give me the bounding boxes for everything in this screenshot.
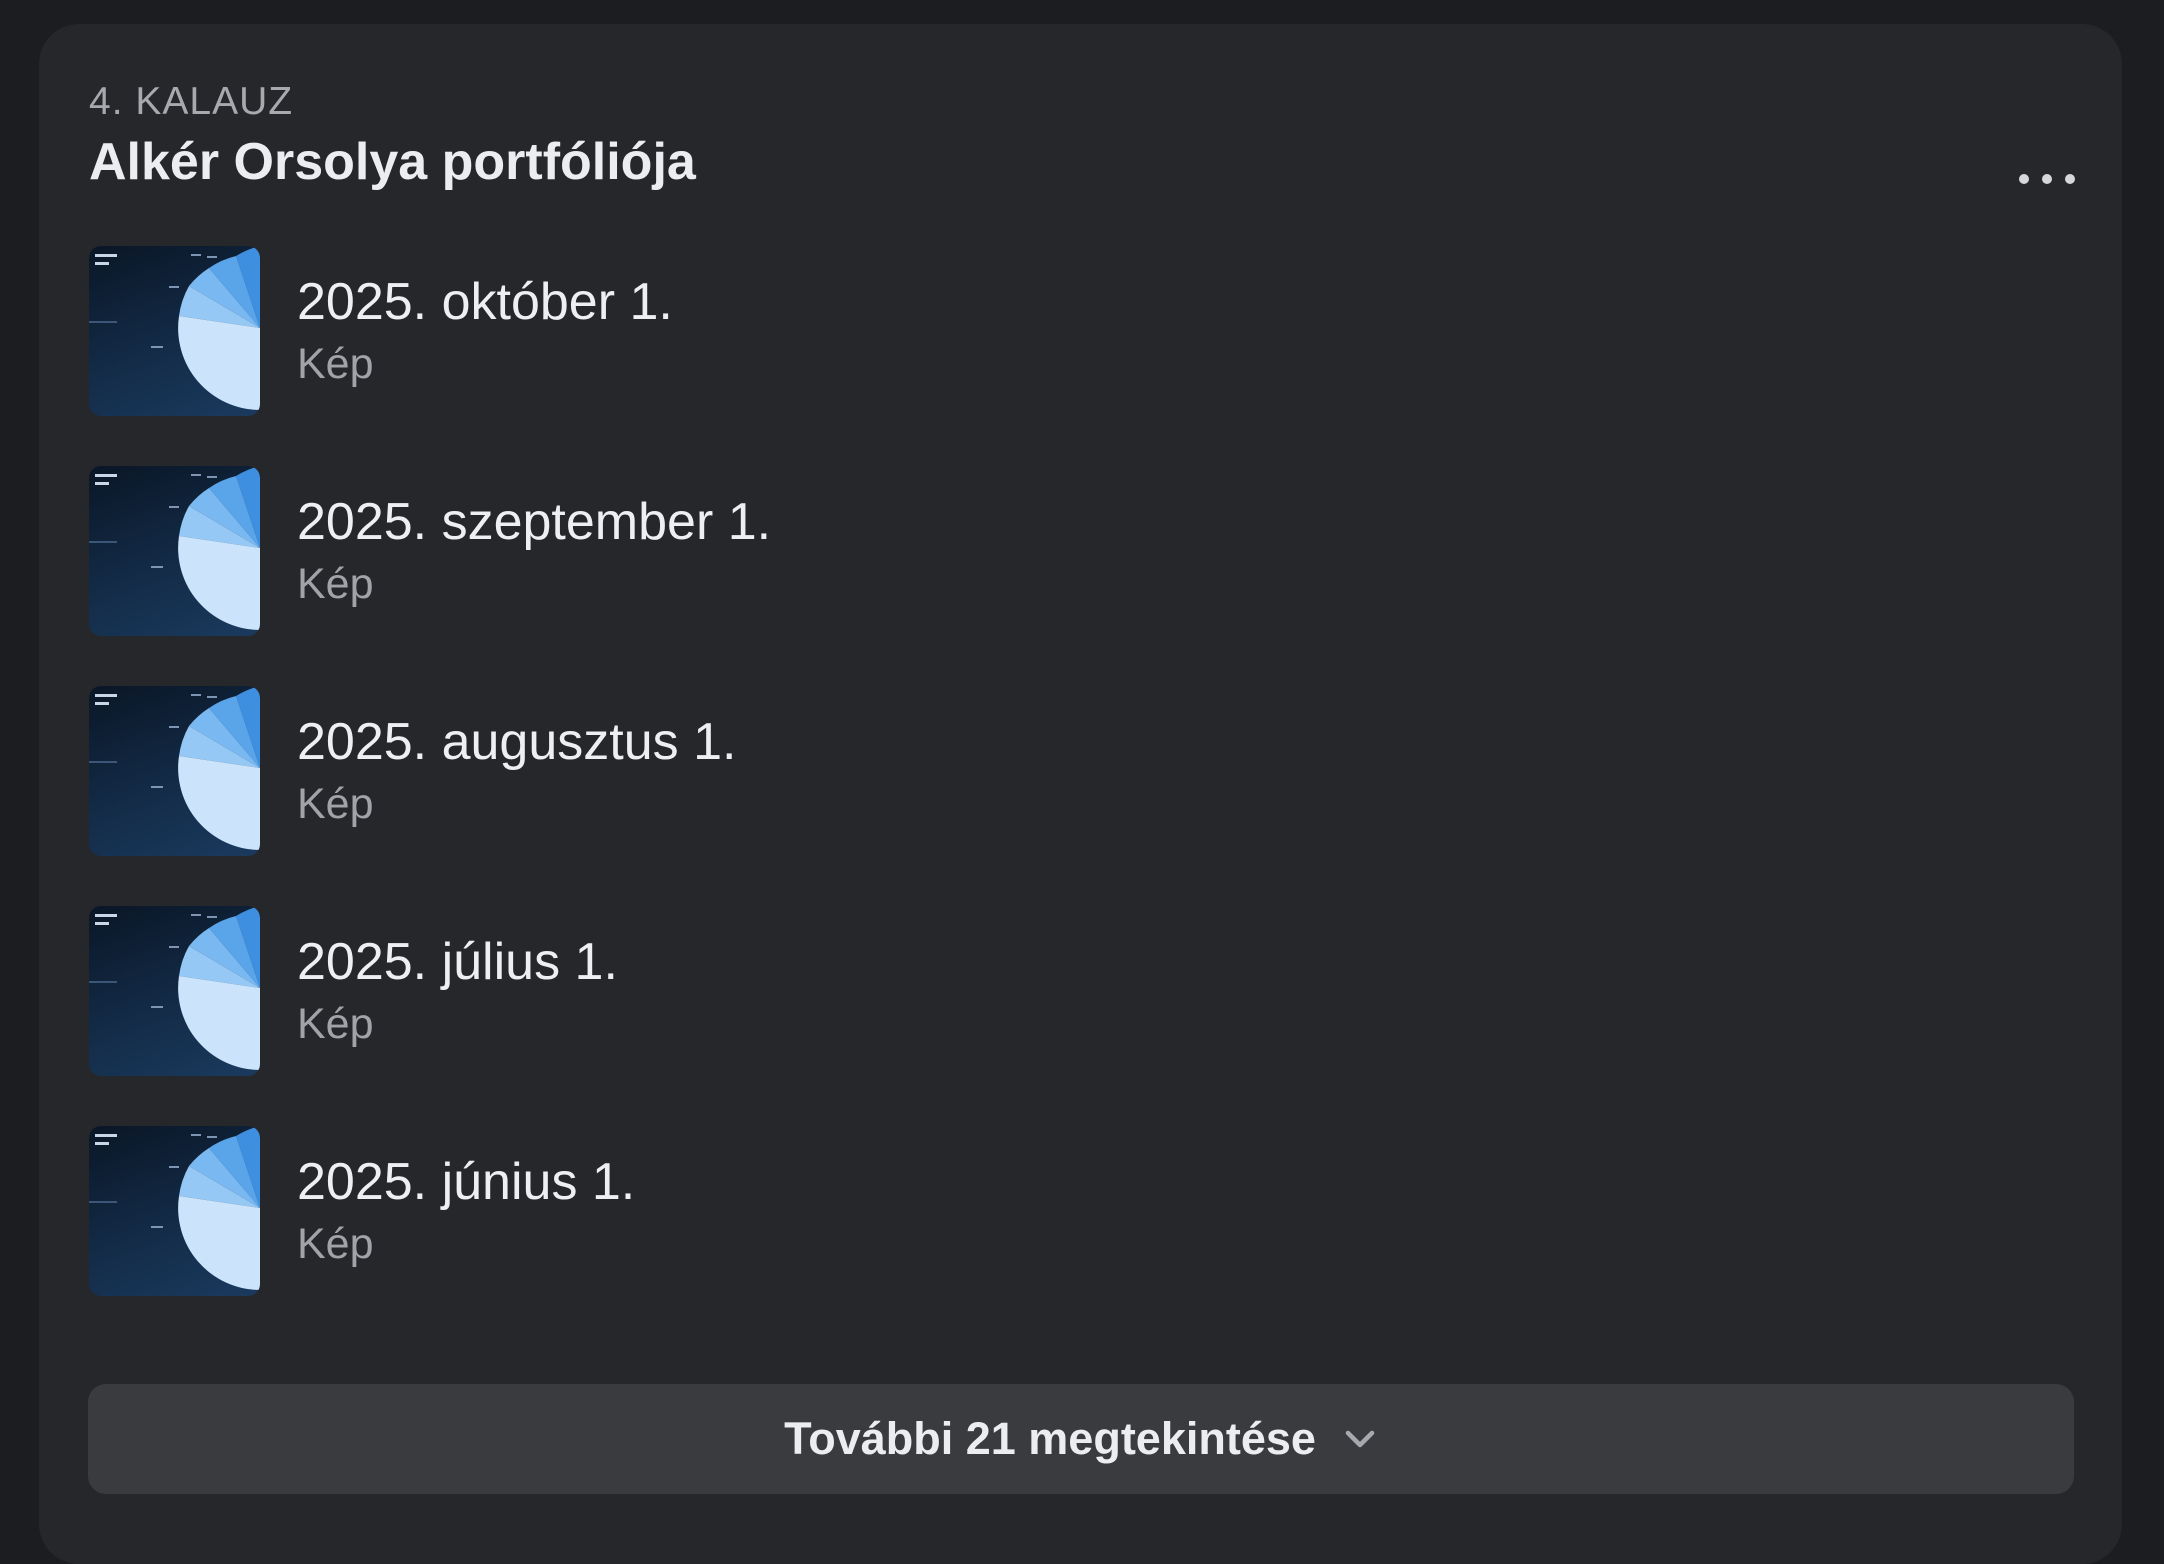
section-eyebrow: 4. KALAUZ — [89, 80, 294, 123]
list-item[interactable]: 2025. augusztus 1. Kép — [89, 686, 989, 856]
item-date: 2025. június 1. — [297, 1153, 636, 1211]
item-type: Kép — [297, 1220, 374, 1268]
list-item[interactable]: 2025. szeptember 1. Kép — [89, 466, 989, 636]
pie-chart-thumbnail-icon — [89, 246, 260, 416]
item-date: 2025. október 1. — [297, 273, 673, 331]
portfolio-card: 4. KALAUZ Alkér Orsolya portfóliója 2025… — [39, 24, 2122, 1564]
list-item[interactable]: 2025. június 1. Kép — [89, 1126, 989, 1296]
item-date: 2025. augusztus 1. — [297, 713, 737, 771]
pie-chart-thumbnail-icon — [89, 906, 260, 1076]
item-date: 2025. szeptember 1. — [297, 493, 772, 551]
show-more-button[interactable]: További 21 megtekintése — [88, 1384, 2074, 1494]
ellipsis-icon — [2019, 174, 2029, 184]
ellipsis-icon-dot — [2065, 174, 2075, 184]
item-date: 2025. július 1. — [297, 933, 618, 991]
item-type: Kép — [297, 560, 374, 608]
pie-chart-thumbnail-icon — [89, 1126, 260, 1296]
item-type: Kép — [297, 780, 374, 828]
item-type: Kép — [297, 1000, 374, 1048]
pie-chart-thumbnail-icon — [89, 466, 260, 636]
chevron-down-icon — [1345, 1430, 1375, 1448]
more-options-button[interactable] — [2019, 167, 2075, 191]
section-title: Alkér Orsolya portfóliója — [89, 133, 696, 191]
item-type: Kép — [297, 340, 374, 388]
show-more-label: További 21 megtekintése — [784, 1413, 1316, 1464]
ellipsis-icon-dot — [2042, 174, 2052, 184]
pie-chart-thumbnail-icon — [89, 686, 260, 856]
list-item[interactable]: 2025. október 1. Kép — [89, 246, 989, 416]
list-item[interactable]: 2025. július 1. Kép — [89, 906, 989, 1076]
